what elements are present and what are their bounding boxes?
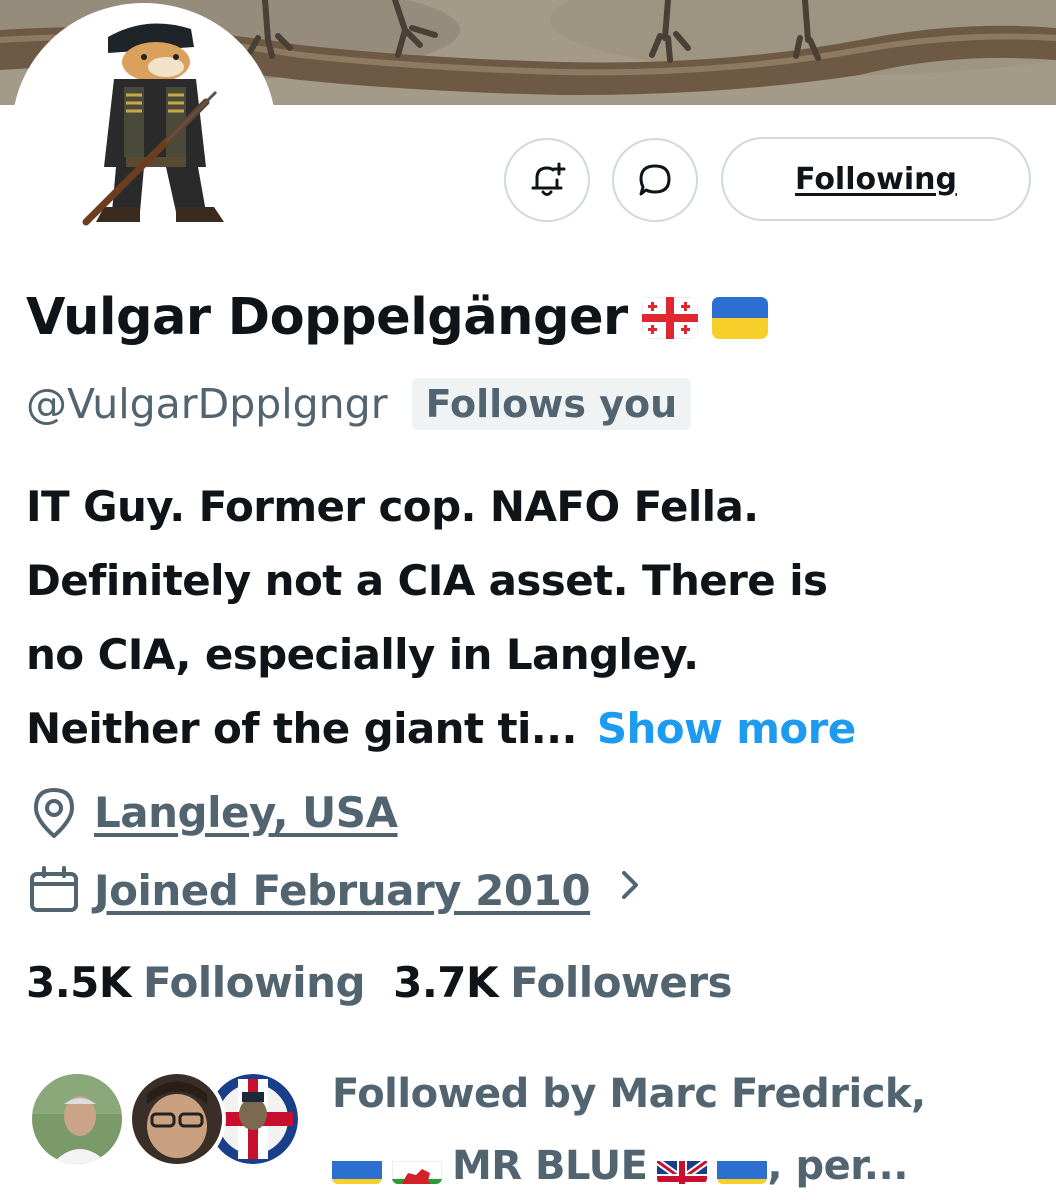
message-button[interactable] [612,138,698,222]
followers-count: 3.7K [393,958,499,1007]
location-link[interactable]: Langley, USA [94,788,398,837]
profile-avatar[interactable] [12,3,276,257]
chat-bubble-icon [639,164,671,196]
uk-flag-icon [657,1148,708,1184]
georgia-flag-icon [641,296,698,339]
following-count: 3.5K [26,958,131,1007]
handle-row: @VulgarDpplgngr Follows you [26,378,692,430]
wales-flag-icon [392,1148,442,1184]
calendar-icon [30,866,78,912]
followed-by-text[interactable]: Followed by Marc Fredrick, MR BLUE , per… [332,1058,1032,1200]
ukraine-flag-icon [717,1148,768,1184]
ukraine-flag-icon [332,1148,382,1184]
followed-by-line-2: MR BLUE , per... [332,1130,1032,1200]
user-handle: @VulgarDpplgngr [26,380,388,428]
follows-you-badge: Follows you [411,378,692,430]
joined-date-link[interactable]: Joined February 2010 [94,866,591,915]
display-name: Vulgar Doppelgänger [26,288,628,347]
profile-name-row: Vulgar Doppelgänger [26,288,768,347]
location-pin-icon [34,788,74,838]
bell-plus-icon [531,162,566,196]
follower-avatar[interactable] [128,1070,226,1168]
bio-line-text: Neither of the giant ti... [26,704,577,753]
mutual-follower-name: MR BLUE [452,1143,648,1189]
followers-count-link[interactable]: 3.7K Followers [393,958,732,1007]
followers-label: Followers [510,958,733,1007]
bio-line: Definitely not a CIA asset. There is [26,556,828,605]
followed-by-tail: , per... [767,1143,908,1189]
follow-counts: 3.5K Following 3.7K Followers [26,958,733,1007]
bio-line-last: Neither of the giant ti... Show more [26,692,1036,766]
follower-avatar[interactable] [28,1070,126,1168]
followed-by-line-1: Followed by Marc Fredrick, [332,1071,926,1117]
profile-bio: IT Guy. Former cop. NAFO Fella. Definite… [26,470,1036,766]
location-row: Langley, USA [26,784,398,840]
joined-row[interactable]: Joined February 2010 [26,862,642,918]
ukraine-flag-icon [711,296,768,339]
show-more-link[interactable]: Show more [597,704,856,753]
bio-line: IT Guy. Former cop. NAFO Fella. [26,482,759,531]
chevron-right-icon [618,867,642,913]
following-button[interactable]: Following [721,137,1031,221]
notifications-button[interactable] [504,138,590,222]
bio-line: no CIA, especially in Langley. [26,630,699,679]
following-label: Following [142,958,366,1007]
following-count-link[interactable]: 3.5K Following [26,958,366,1007]
